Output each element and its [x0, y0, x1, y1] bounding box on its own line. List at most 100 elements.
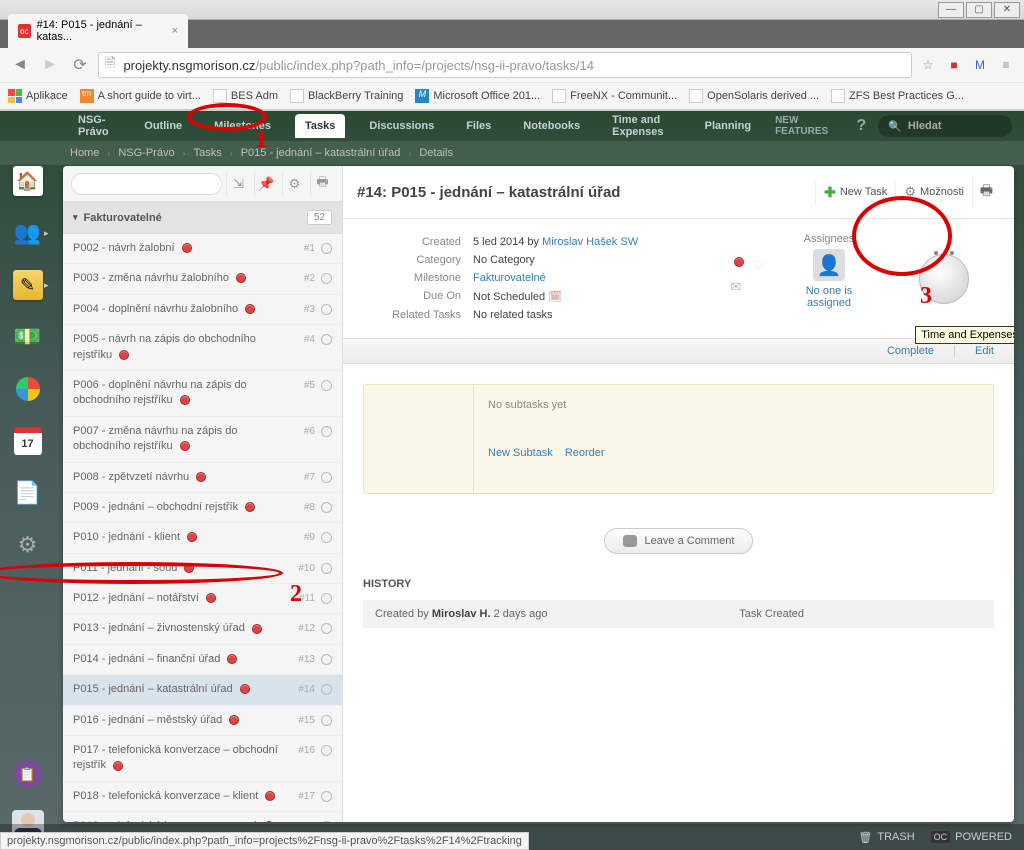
- bookmark-item[interactable]: tmA short guide to virt...: [80, 89, 201, 103]
- rail-settings-icon[interactable]: ⚙: [13, 530, 43, 560]
- task-item[interactable]: P011 - jednání - soud #10: [63, 554, 342, 584]
- task-item[interactable]: P017 - telefonická konverzace – obchodní…: [63, 736, 342, 782]
- apps-button[interactable]: Aplikace: [8, 89, 68, 103]
- menu-icon[interactable]: ≡: [996, 58, 1016, 72]
- bookmark-item[interactable]: BES Adm: [213, 89, 278, 103]
- task-item[interactable]: P013 - jednání – živnostenský úřad #12: [63, 614, 342, 644]
- nav-outline[interactable]: Outline: [136, 115, 190, 137]
- milestone-link[interactable]: Fakturovatelné: [473, 272, 546, 284]
- nav-tasks[interactable]: Tasks: [295, 114, 345, 138]
- task-item[interactable]: P018 - telefonická konverzace – klient #…: [63, 782, 342, 812]
- maximize-button[interactable]: ▢: [966, 2, 992, 18]
- task-item[interactable]: P004 - doplnění návrhu žalobního #3: [63, 295, 342, 325]
- task-status-circle[interactable]: [321, 715, 332, 726]
- task-status-circle[interactable]: [321, 684, 332, 695]
- created-by-link[interactable]: Miroslav Hašek SW: [542, 236, 638, 248]
- powered-link[interactable]: OCPOWERED: [931, 831, 1012, 843]
- expand-icon[interactable]: ⇲: [226, 172, 250, 196]
- task-status-circle[interactable]: [321, 623, 332, 634]
- priority-dot-icon[interactable]: [734, 257, 744, 267]
- assignee-none-link[interactable]: No one is assigned: [784, 285, 874, 309]
- task-status-circle[interactable]: [321, 745, 332, 756]
- url-field[interactable]: 🗎 projekty.nsgmorison.cz/public/index.ph…: [98, 52, 912, 78]
- minimize-button[interactable]: —: [938, 2, 964, 18]
- task-status-circle[interactable]: [321, 654, 332, 665]
- tab-close-icon[interactable]: ×: [172, 25, 178, 37]
- bookmark-item[interactable]: BlackBerry Training: [290, 89, 403, 103]
- task-status-circle[interactable]: [321, 593, 332, 604]
- task-item[interactable]: P005 - návrh na zápis do obchodního rejs…: [63, 325, 342, 371]
- rail-doc-icon[interactable]: 📄: [13, 478, 43, 508]
- crumb-project[interactable]: NSG-Právo: [118, 147, 174, 159]
- task-item[interactable]: P010 - jednání - klient #9: [63, 523, 342, 553]
- rail-people-icon[interactable]: 👥▸: [13, 218, 43, 248]
- bookmark-item[interactable]: FreeNX - Communit...: [552, 89, 677, 103]
- favorite-icon[interactable]: ♡: [752, 257, 764, 273]
- task-item[interactable]: P009 - jednání – obchodní rejstřík #8: [63, 493, 342, 523]
- nav-time-expenses[interactable]: Time and Expenses: [604, 109, 680, 143]
- help-icon[interactable]: ?: [856, 117, 866, 135]
- forward-button[interactable]: ►: [38, 53, 62, 77]
- edit-link[interactable]: Edit: [975, 345, 994, 357]
- crumb-home[interactable]: Home: [70, 147, 99, 159]
- rail-edit-icon[interactable]: ✎▸: [13, 270, 43, 300]
- mail-icon[interactable]: ✉: [730, 279, 741, 295]
- bookmark-item[interactable]: MMicrosoft Office 201...: [415, 89, 540, 103]
- reload-button[interactable]: ⟳: [68, 53, 92, 77]
- options-button[interactable]: ⚙Možnosti: [895, 180, 972, 204]
- new-task-button[interactable]: ✚New Task: [815, 180, 895, 205]
- task-item[interactable]: P003 - změna návrhu žalobního #2: [63, 264, 342, 294]
- crumb-tasks[interactable]: Tasks: [194, 147, 222, 159]
- task-status-circle[interactable]: [321, 472, 332, 483]
- task-status-circle[interactable]: [321, 334, 332, 345]
- task-group-header[interactable]: ▾ Fakturovatelné 52: [63, 202, 342, 234]
- close-window-button[interactable]: ✕: [994, 2, 1020, 18]
- task-status-circle[interactable]: [321, 304, 332, 315]
- nav-files[interactable]: Files: [458, 115, 499, 137]
- task-status-circle[interactable]: [321, 821, 332, 822]
- reorder-link[interactable]: Reorder: [565, 447, 605, 459]
- star-icon[interactable]: ☆: [918, 58, 938, 72]
- gear-icon[interactable]: ⚙: [282, 172, 306, 196]
- task-search-input[interactable]: [71, 173, 222, 195]
- task-item[interactable]: P006 - doplnění návrhu na zápis do obcho…: [63, 371, 342, 417]
- bookmark-item[interactable]: OpenSolaris derived ...: [689, 89, 819, 103]
- task-item[interactable]: P016 - jednání – městský úřad #15: [63, 706, 342, 736]
- calendar-small-icon[interactable]: 🗓: [548, 291, 562, 303]
- task-status-circle[interactable]: [321, 426, 332, 437]
- task-item[interactable]: P015 - jednání – katastrální úřad #14: [63, 675, 342, 705]
- new-features-link[interactable]: NEW FEATURES: [775, 115, 844, 137]
- print-icon[interactable]: 🖶: [310, 172, 334, 196]
- print-button[interactable]: 🖶: [972, 176, 1000, 208]
- new-subtask-link[interactable]: New Subtask: [488, 447, 553, 459]
- task-status-circle[interactable]: [321, 243, 332, 254]
- search-input[interactable]: 🔍 Hledat: [878, 115, 1012, 137]
- browser-tab[interactable]: oc #14: P015 - jednání – katas... ×: [8, 14, 188, 48]
- rail-clipboard-icon[interactable]: 📋: [14, 760, 42, 788]
- pin-icon[interactable]: 📌: [254, 172, 278, 196]
- rail-home-icon[interactable]: 🏠: [13, 166, 43, 196]
- ext2-icon[interactable]: M: [970, 58, 990, 72]
- ext1-icon[interactable]: ■: [944, 58, 964, 72]
- nav-planning[interactable]: Planning: [697, 115, 759, 137]
- task-status-circle[interactable]: [321, 532, 332, 543]
- complete-link[interactable]: Complete: [887, 345, 934, 357]
- nav-discussions[interactable]: Discussions: [361, 115, 442, 137]
- task-status-circle[interactable]: [321, 563, 332, 574]
- task-status-circle[interactable]: [321, 380, 332, 391]
- rail-money-icon[interactable]: 💵: [13, 322, 43, 352]
- rail-calendar-icon[interactable]: 17: [13, 426, 43, 456]
- task-item[interactable]: P019 - telefonická konverzace – soud #18: [63, 812, 342, 822]
- time-expenses-widget[interactable]: Time and Expenses: [894, 233, 994, 324]
- nav-milestones[interactable]: Milestones: [206, 115, 279, 137]
- leave-comment-button[interactable]: Leave a Comment: [604, 528, 754, 554]
- bookmark-item[interactable]: ZFS Best Practices G...: [831, 89, 964, 103]
- rail-chart-icon[interactable]: [13, 374, 43, 404]
- task-status-circle[interactable]: [321, 273, 332, 284]
- task-item[interactable]: P007 - změna návrhu na zápis do obchodní…: [63, 417, 342, 463]
- task-status-circle[interactable]: [321, 791, 332, 802]
- nav-notebooks[interactable]: Notebooks: [515, 115, 588, 137]
- task-status-circle[interactable]: [321, 502, 332, 513]
- task-item[interactable]: P002 - návrh žalobní #1: [63, 234, 342, 264]
- task-list[interactable]: P002 - návrh žalobní #1P003 - změna návr…: [63, 234, 342, 822]
